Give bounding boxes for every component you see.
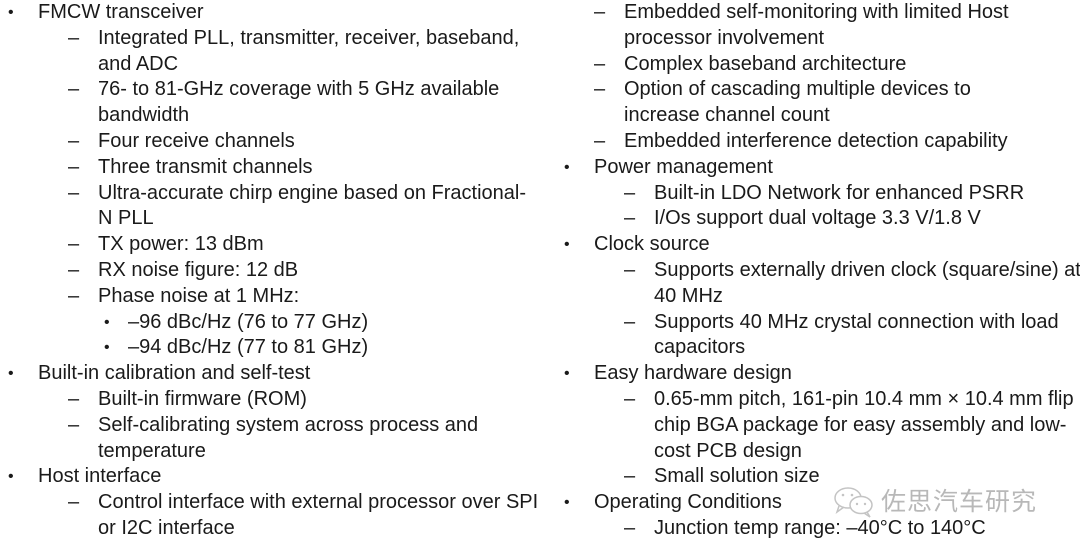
list-item: – Embedded interference detection capabil… [594, 129, 1080, 155]
watermark: 佐思汽车研究 [833, 486, 1037, 518]
dash-icon: – [594, 78, 606, 101]
list-item-text: Built-in firmware (ROM) [98, 387, 307, 410]
list-item: – Supports 40 MHz crystal connection with… [624, 310, 1080, 362]
list-item-text: Junction temp range: –40°C to 140°C [654, 516, 986, 539]
dash-icon: – [68, 26, 80, 49]
list-item: – Integrated PLL, transmitter, receiver, … [68, 26, 540, 78]
list-item-text: Self-calibrating system across process a… [98, 413, 479, 462]
bullet-icon: • [104, 339, 110, 357]
bullet-icon: • [104, 313, 110, 331]
dash-icon: – [594, 1, 606, 23]
list-item-phase-noise: – Phase noise at 1 MHz: • –96 dBc/Hz (76 t… [68, 284, 540, 361]
list-item: – Three transmit channels [68, 155, 540, 181]
dash-icon: – [594, 52, 606, 75]
section-heading: FMCW transceiver [38, 1, 204, 23]
wechat-icon [834, 487, 873, 518]
sub-list-item: • –96 dBc/Hz (76 to 77 GHz) [98, 310, 540, 336]
list-item-text: Control interface with external processo… [98, 491, 539, 539]
section-power-management: • Power management – Built-in LDO Network… [540, 155, 1080, 232]
list-item: – Built-in firmware (ROM) [68, 387, 540, 413]
list-item-text: I/Os support dual voltage 3.3 V/1.8 V [654, 207, 981, 230]
section-heading: Easy hardware design [594, 362, 792, 385]
list-item: – Junction temp range: –40°C to 140°C [624, 516, 1080, 542]
bullet-icon: • [8, 365, 14, 383]
dash-icon: – [594, 129, 606, 152]
list-item-text: Option of cascading multiple devices to … [624, 78, 971, 127]
bullet-icon: • [8, 4, 14, 21]
dash-icon: – [68, 284, 80, 307]
list-item: – Control interface with external process… [68, 490, 548, 542]
list-item: – Complex baseband architecture [594, 52, 1080, 78]
bullet-icon: • [564, 158, 570, 176]
list-item-text: TX power: 13 dBm [98, 233, 264, 256]
list-item-text: Embedded self-monitoring with limited Ho… [624, 1, 1009, 49]
list-item: – Supports externally driven clock (squar… [624, 258, 1080, 310]
list-item: – Built-in LDO Network for enhanced PSRR [624, 181, 1080, 207]
sub-list-item-text: –96 dBc/Hz (76 to 77 GHz) [128, 310, 369, 333]
dash-icon: – [68, 387, 80, 410]
dash-icon: – [68, 78, 80, 101]
list-item: –0.65-mm pitch, 161-pin 10.4 mm × 10.4 m… [624, 387, 1080, 464]
section-heading: Built-in calibration and self-test [38, 362, 311, 385]
dash-icon: – [68, 258, 80, 281]
section-hardware-design: • Easy hardware design –0.65-mm pitch, 1… [540, 361, 1080, 490]
list-item: – I/Os support dual voltage 3.3 V/1.8 V [624, 206, 1080, 232]
section-heading: Host interface [38, 465, 162, 488]
list-item: –76- to 81-GHz coverage with 5 GHz avail… [68, 77, 540, 129]
section-calibration: • Built-in calibration and self-test – Bu… [0, 361, 540, 464]
list-item-text: 76- to 81-GHz coverage with 5 GHz availa… [98, 78, 500, 127]
list-item: – Self-calibrating system across process … [68, 413, 538, 465]
list-item: – Embedded self-monitoring with limited H… [594, 0, 1044, 52]
section-host-interface: • Host interface – Control interface with… [0, 464, 540, 541]
dash-icon: – [68, 129, 80, 152]
list-item-text: Embedded interference detection capabili… [624, 129, 1008, 152]
dash-icon: – [624, 181, 636, 204]
continued-fmcw-items: – Embedded self-monitoring with limited H… [594, 0, 1080, 155]
list-item: – Option of cascading multiple devices to… [594, 77, 1044, 129]
list-item-text: Supports 40 MHz crystal connection with … [654, 310, 1059, 359]
list-item-text: Integrated PLL, transmitter, receiver, b… [98, 26, 520, 75]
dash-icon: – [68, 181, 80, 204]
section-clock-source: • Clock source – Supports externally driv… [540, 232, 1080, 361]
dash-icon: – [624, 465, 636, 488]
list-item-text: Supports externally driven clock (square… [654, 258, 1080, 307]
list-item: – TX power: 13 dBm [68, 232, 540, 258]
bullet-icon: • [8, 468, 14, 486]
list-item-text: Three transmit channels [98, 155, 313, 178]
bullet-icon: • [564, 365, 570, 383]
section-heading: Clock source [594, 233, 710, 256]
list-item-text: Built-in LDO Network for enhanced PSRR [654, 181, 1025, 204]
list-item-text: Complex baseband architecture [624, 52, 907, 75]
list-item-text: Ultra-accurate chirp engine based on Fra… [98, 181, 526, 230]
dash-icon: – [68, 491, 80, 514]
list-item-text: RX noise figure: 12 dB [98, 258, 299, 281]
bullet-icon: • [564, 494, 570, 512]
watermark-text: 佐思汽车研究 [881, 487, 1038, 517]
left-column: • FMCW transceiver – Integrated PLL, tran… [0, 0, 540, 542]
dash-icon: – [624, 207, 636, 230]
list-item: – RX noise figure: 12 dB [68, 258, 540, 284]
dash-icon: – [68, 413, 80, 436]
list-item: – Ultra-accurate chirp engine based on Fr… [68, 181, 540, 233]
dash-icon: – [624, 310, 636, 333]
section-fmcw-transceiver: • FMCW transceiver – Integrated PLL, tran… [0, 0, 540, 361]
list-item-text: Phase noise at 1 MHz: [98, 284, 300, 307]
section-heading: Power management [594, 155, 773, 178]
right-column: – Embedded self-monitoring with limited H… [540, 0, 1080, 542]
dash-icon: – [624, 387, 636, 410]
dash-icon: – [68, 233, 80, 256]
list-item: – Four receive channels [68, 129, 540, 155]
sub-list-item: • –94 dBc/Hz (77 to 81 GHz) [98, 335, 540, 361]
list-item-text: 0.65-mm pitch, 161-pin 10.4 mm × 10.4 mm… [654, 387, 1074, 462]
dash-icon: – [624, 258, 636, 281]
bullet-icon: • [564, 236, 570, 254]
list-item-text: Four receive channels [98, 129, 295, 152]
dash-icon: – [68, 155, 80, 178]
dash-icon: – [624, 516, 636, 539]
sub-list-item-text: –94 dBc/Hz (77 to 81 GHz) [128, 336, 369, 359]
